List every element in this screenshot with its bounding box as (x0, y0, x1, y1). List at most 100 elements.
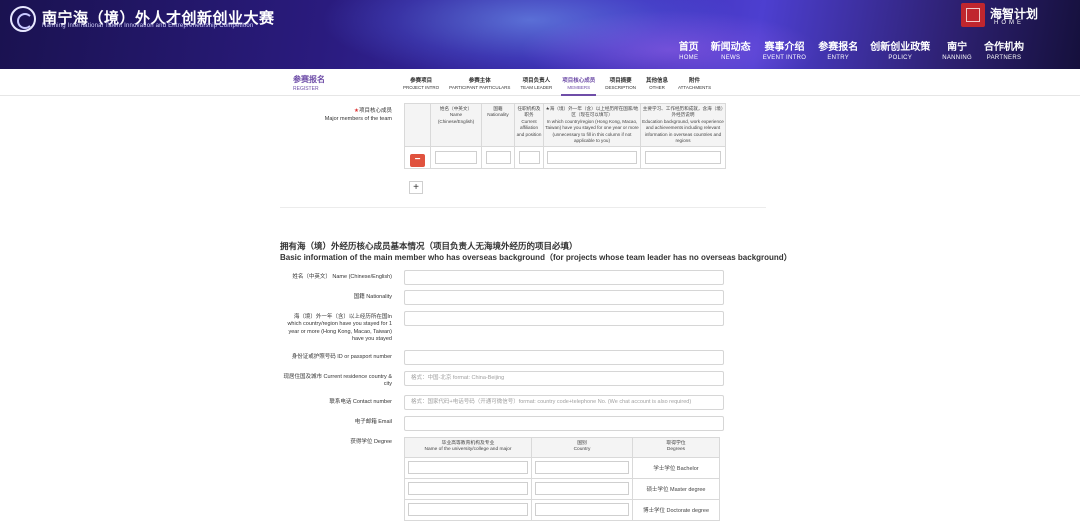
register-heading-cn: 参赛报名 (293, 75, 325, 84)
tab-cn-label: 项目负责人 (522, 78, 551, 84)
step-tabs: 参赛项目 PROJECT INTRO 参赛主体 PARTICIPANT PARTIC… (398, 76, 716, 96)
degree-cell (531, 477, 633, 500)
member-overseas-input[interactable] (547, 151, 637, 165)
nav-cn-label: 赛事介绍 (764, 42, 805, 53)
overseas-id-input[interactable] (404, 350, 724, 365)
tab-project-intro[interactable]: 参赛项目 PROJECT INTRO (398, 76, 444, 90)
nav-item-home[interactable]: 首页 HOME (673, 38, 705, 61)
nav-cn-label: 首页 (678, 42, 699, 53)
members-action-header (404, 102, 431, 148)
bachelor-university-input[interactable] (408, 461, 528, 475)
nav-en-label: NEWS (721, 55, 741, 61)
doctorate-country-input[interactable] (535, 503, 629, 517)
degree-cell (404, 477, 532, 500)
tab-en-label: ATTACHMENTS (678, 85, 712, 90)
overseas-name-input[interactable] (404, 270, 724, 285)
doctorate-university-input[interactable] (408, 503, 528, 517)
overseas-email-input[interactable] (404, 416, 724, 431)
registration-tabbar: 参赛报名 REGISTER 参赛项目 PROJECT INTRO 参赛主体 PART… (0, 69, 1080, 96)
tab-en-label: OTHER (649, 85, 665, 90)
field-label-email: 电子邮箱 Email (354, 419, 392, 425)
tab-en-label: DESCRIPTION (605, 85, 636, 90)
tab-en-label: PROJECT INTRO (403, 85, 440, 90)
members-cell (430, 146, 482, 170)
site-subtitle: Nanning International Talent Innovation … (42, 23, 254, 29)
degree-header-university: 毕业高等教育机构及专业 Name of the university/colle… (404, 437, 532, 458)
nav-en-label: HOME (679, 55, 699, 61)
tab-team-leader[interactable]: 项目负责人 TEAM LEADER (515, 76, 557, 90)
degree-cell (404, 498, 532, 521)
members-table: 姓名（中英文） Name (Chinese/English) 国籍 Nation… (404, 102, 726, 170)
member-name-input[interactable] (435, 151, 477, 165)
member-affiliation-input[interactable] (518, 151, 540, 165)
field-label-residence: 现居住国及城市 Current residence country & city (283, 374, 392, 388)
field-label-id: 身份证或护照号码 ID or passport number (291, 354, 392, 360)
tab-cn-label: 参赛主体 (468, 78, 491, 84)
nav-item-partners[interactable]: 合作机构 PARTNERS (978, 38, 1030, 61)
tab-en-label: TEAM LEADER (520, 85, 553, 90)
register-heading: 参赛报名 REGISTER (293, 74, 325, 92)
members-cell (640, 146, 726, 170)
site-header: 南宁海（境）外人才创新创业大赛 Nanning International Ta… (0, 0, 1080, 69)
members-header-nationality: 国籍 Nationality (481, 102, 515, 148)
register-heading-en: REGISTER (293, 86, 319, 92)
tab-cn-label: 其他信息 (645, 78, 668, 84)
remove-member-button[interactable]: − (410, 153, 425, 167)
degree-cell (531, 456, 633, 479)
degree-table: 毕业高等教育机构及专业 Name of the university/colle… (404, 437, 720, 521)
overseas-nationality-input[interactable] (404, 290, 724, 305)
degree-cell (531, 498, 633, 521)
bachelor-country-input[interactable] (535, 461, 629, 475)
overseas-section-title-cn: 拥有海（境）外经历核心成员基本情况（项目负责人无海境外经历的项目必填） (280, 241, 578, 251)
master-country-input[interactable] (535, 482, 629, 496)
degree-header-country: 国别 Country (531, 437, 633, 458)
degree-cell (404, 456, 532, 479)
members-action-cell: − (404, 146, 431, 170)
members-label-en: Major members of the team (324, 116, 392, 122)
table-row: − (404, 146, 726, 170)
tab-description[interactable]: 项目摘要 DESCRIPTION (600, 76, 641, 90)
overseas-country-input[interactable] (404, 311, 724, 326)
degree-table-header-row: 毕业高等教育机构及专业 Name of the university/colle… (404, 437, 720, 458)
table-row: 博士学位 Doctorate degree (404, 498, 720, 521)
add-member-button[interactable]: + (409, 181, 423, 194)
field-label-contact: 联系电话 Contact number (329, 399, 392, 405)
tab-cn-label: 项目摘要 (609, 78, 632, 84)
tab-members[interactable]: 项目核心成员 MEMBERS (557, 76, 600, 96)
nav-item-news[interactable]: 新闻动态 NEWS (705, 38, 757, 61)
field-label-nationality: 国籍 Nationality (353, 294, 392, 300)
field-label-degree: 获得学位 Degree (350, 439, 392, 445)
nav-item-event-intro[interactable]: 赛事介绍 EVENT INTRO (757, 38, 813, 61)
degree-type-doctorate: 博士学位 Doctorate degree (632, 498, 720, 521)
overseas-contact-input[interactable]: 格式：国家代码+电话号码（开通可微信号）format: country code… (404, 395, 724, 410)
tab-en-label: PARTICIPANT PARTICULARS (449, 85, 511, 90)
degree-header-degrees: 取得学位 Degrees (632, 437, 720, 458)
member-education-input[interactable] (645, 151, 721, 165)
members-table-header-row: 姓名（中英文） Name (Chinese/English) 国籍 Nation… (404, 102, 726, 148)
main-nav: 首页 HOME 新闻动态 NEWS 赛事介绍 EVENT INTRO 参赛报名 ENTR… (673, 38, 1030, 61)
field-label-name: 姓名（中英文） Name (Chinese/English) (292, 274, 392, 280)
members-label: ★项目核心成员 Major members of the team (300, 107, 392, 123)
nav-item-policy[interactable]: 创新创业政策 POLICY (864, 38, 936, 61)
members-cell (514, 146, 544, 170)
table-row: 学士学位 Bachelor (404, 456, 720, 479)
nav-en-label: POLICY (888, 55, 913, 61)
tab-cn-label: 参赛项目 (410, 78, 433, 84)
nav-en-label: ENTRY (827, 55, 850, 61)
nav-item-nanning[interactable]: 南宁 NANNING (936, 38, 978, 61)
table-row: 硕士学位 Master degree (404, 477, 720, 500)
tab-other[interactable]: 其他信息 OTHER (641, 76, 673, 90)
field-label-overseas-country: 海（境）外一年（含）以上经历所在国In which country/region… (287, 314, 392, 343)
degree-type-bachelor: 学士学位 Bachelor (632, 456, 720, 479)
nav-en-label: NANNING (942, 55, 972, 61)
master-university-input[interactable] (408, 482, 528, 496)
site-logo-icon[interactable] (10, 6, 36, 32)
overseas-residence-input[interactable]: 格式：中国-北京 format: China-Beijing (404, 371, 724, 386)
brand-name-en: HOME (994, 20, 1024, 26)
tab-attachments[interactable]: 附件 ATTACHMENTS (673, 76, 716, 90)
nav-item-entry[interactable]: 参赛报名 ENTRY (812, 38, 864, 61)
tab-en-label: MEMBERS (567, 85, 591, 90)
tab-participant-particulars[interactable]: 参赛主体 PARTICIPANT PARTICULARS (444, 76, 515, 90)
member-nationality-input[interactable] (485, 151, 511, 165)
members-header-education: 主要学习、工作经历和成就，含海（境）外经历说明 Education backgr… (640, 102, 726, 148)
